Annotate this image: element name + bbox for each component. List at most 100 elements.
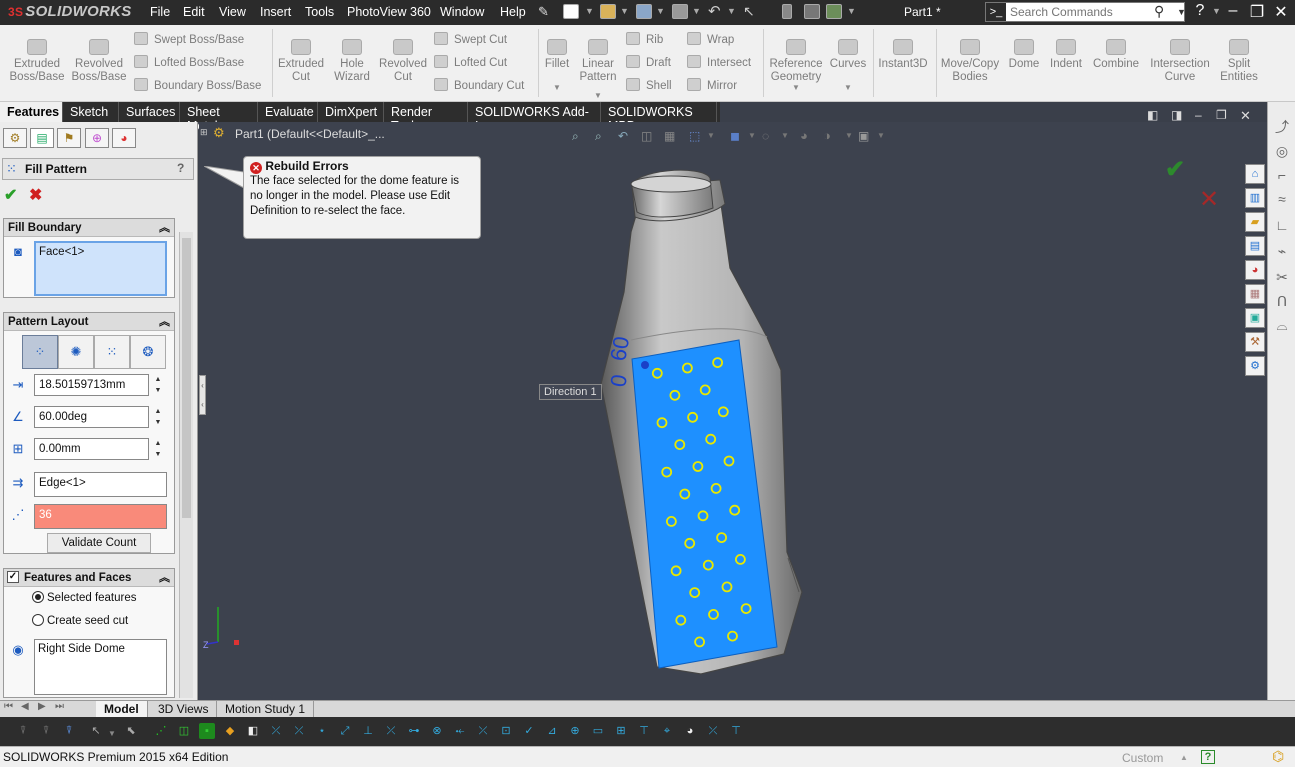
last-tab-icon[interactable]: ⏭ [55,701,64,712]
lofted-boss-button[interactable]: Lofted Boss/Base [134,54,274,72]
revolved-cut-button[interactable]: Revolved Cut [368,39,438,84]
filter-faces-icon[interactable]: ▪ [199,723,215,739]
intersection-curve-button[interactable]: Intersection Curve [1144,39,1216,84]
direction-label[interactable]: Direction 1 [539,384,602,400]
viewport-minimize-icon[interactable]: – [1195,108,1202,122]
filter-planes-icon[interactable]: ⤫ [291,723,307,739]
draft-button[interactable]: Draft [626,54,686,72]
pointer-dropdown-icon[interactable]: ▼ [104,726,120,742]
configuration-tab-icon[interactable]: ⚑ [57,128,81,148]
bracket-tool-icon[interactable]: ∟ [1272,216,1292,235]
revolved-boss-button[interactable]: Revolved Boss/Base [64,39,134,84]
viewport-prev-icon[interactable]: ◧ [1147,108,1158,122]
filter-dimensions-icon[interactable]: ⊶ [406,723,422,739]
mirror-button[interactable]: Mirror [687,77,762,95]
rebuild-icon[interactable] [782,4,792,19]
square-layout-button[interactable]: ⁙ [94,335,130,369]
swept-boss-button[interactable]: Swept Boss/Base [134,31,274,49]
tab-model[interactable]: Model [96,701,148,717]
angle-dimension-text[interactable]: 60 [605,334,634,362]
pin-icon[interactable]: ✎ [538,4,549,20]
perforation-layout-button[interactable]: ⁘ [22,335,58,369]
new-doc-icon[interactable] [563,4,579,19]
collapse-icon[interactable]: ︽ [159,219,170,237]
viewport-next-icon[interactable]: ◨ [1171,108,1182,122]
collapse-icon[interactable]: ︽ [159,569,170,587]
pm-scroll-thumb[interactable] [182,238,191,518]
property-manager-tab-icon[interactable]: ▤ [30,128,54,148]
boundary-boss-button[interactable]: Boundary Boss/Base [134,77,274,95]
selected-features-option[interactable]: Selected features [32,591,137,604]
filter-cosmetic-thread-icon[interactable]: ▭ [590,723,606,739]
filter-surfaces-icon[interactable]: ◆ [222,723,238,739]
open-dropdown-icon[interactable]: ▼ [620,6,629,16]
split-entities-button[interactable]: Split Entities [1210,39,1268,84]
search-box[interactable]: >_ ⚲ [985,2,1185,22]
menu-insert[interactable]: Insert [260,5,291,19]
fill-boundary-list[interactable]: Face<1> [34,241,167,296]
tab-features[interactable]: Features [0,102,63,122]
scissors-tool-icon[interactable]: ✂ [1272,268,1292,287]
radio-unselected-icon[interactable] [32,614,44,626]
radio-selected-icon[interactable] [32,591,44,603]
custom-properties-icon[interactable]: ▦ [1245,284,1265,304]
bottle-model[interactable] [600,169,803,675]
shell-button[interactable]: Shell [626,77,686,95]
restore-button[interactable]: ❐ [1246,2,1268,22]
combine-button[interactable]: Combine [1088,39,1144,71]
menu-edit[interactable]: Edit [183,5,205,19]
polygon-layout-button[interactable]: ❂ [130,335,166,369]
indent-button[interactable]: Indent [1042,39,1090,71]
search-dropdown-icon[interactable]: ▼ [1177,7,1186,17]
reference-geometry-dropdown-icon[interactable]: ▼ [792,83,800,92]
filter-dimxpert-icon[interactable]: ⤫ [705,723,721,739]
filter-sketch-points-icon[interactable]: ⋆ [314,723,330,739]
filter-sketch-text-icon[interactable]: ⊤ [728,723,744,739]
tab-sheet-metal[interactable]: Sheet Metal [180,102,258,133]
stagger-angle-input[interactable]: 60.00deg [34,406,149,428]
rib-button[interactable]: Rib [626,31,686,49]
save-dropdown-icon[interactable]: ▼ [656,6,665,16]
solidworks-search-icon[interactable]: ⚙ [1245,356,1265,376]
features-faces-header[interactable]: ✓ Features and Faces ︽ [4,569,174,587]
minimize-button[interactable]: – [1222,2,1244,20]
new-dropdown-icon[interactable]: ▼ [585,6,594,16]
tab-motion-study[interactable]: Motion Study 1 [217,701,315,717]
first-tab-icon[interactable]: ⏮ [4,701,13,712]
create-seed-cut-option[interactable]: Create seed cut [32,614,128,627]
tab-render-tools[interactable]: Render Tools [384,102,468,133]
filter-datum-target-icon[interactable]: ⊕ [567,723,583,739]
pattern-direction-field[interactable]: Edge<1> [34,472,167,497]
viewport-restore-icon[interactable]: ❐ [1216,108,1227,122]
fillet-dropdown-icon[interactable]: ▼ [553,83,561,92]
filter-midpoints-icon[interactable]: ⊥ [360,723,376,739]
filter-geometric-tolerance-icon[interactable]: ⊡ [498,723,514,739]
filter-weld-symbol-icon[interactable]: ⊿ [544,723,560,739]
menu-window[interactable]: Window [440,5,484,19]
tab-evaluate[interactable]: Evaluate [258,102,318,122]
reference-geometry-button[interactable]: Reference Geometry [760,39,832,84]
menu-help[interactable]: Help [500,5,526,19]
menu-view[interactable]: View [219,5,246,19]
fill-boundary-header[interactable]: Fill Boundary ︽ [4,219,174,237]
features-faces-checkbox[interactable]: ✓ [7,571,19,583]
solidworks-resources-icon[interactable]: ⌂ [1245,164,1265,184]
status-help-icon[interactable]: ? [1201,750,1215,764]
extruded-boss-button[interactable]: Extruded Boss/Base [2,39,72,84]
print-dropdown-icon[interactable]: ▼ [692,6,701,16]
hook-tool-icon[interactable]: ᑎ [1272,292,1292,311]
angle-spinner[interactable]: ▲ ▼ [152,406,164,428]
filter-toggle-icon[interactable]: ⍒ [15,723,31,739]
pattern-layout-header[interactable]: Pattern Layout ︽ [4,313,174,331]
filter-sketch-segments-icon[interactable]: ⤢ [337,723,353,739]
intersect-button[interactable]: Intersect [687,54,762,72]
validate-count-button[interactable]: Validate Count [47,533,151,553]
close-button[interactable]: ✕ [1270,2,1292,22]
spacing-spinner[interactable]: ▲ ▼ [152,374,164,396]
filter-surface-finish-icon[interactable]: ✓ [521,723,537,739]
filter-connection-icon[interactable]: ⌖ [659,723,675,739]
filter-dowel-icon[interactable]: ⊤ [636,723,652,739]
linear-pattern-button[interactable]: Linear Pattern [563,39,633,84]
display-manager-tab-icon[interactable]: ◕ [112,128,136,148]
select-icon[interactable]: ↖ [743,3,755,20]
